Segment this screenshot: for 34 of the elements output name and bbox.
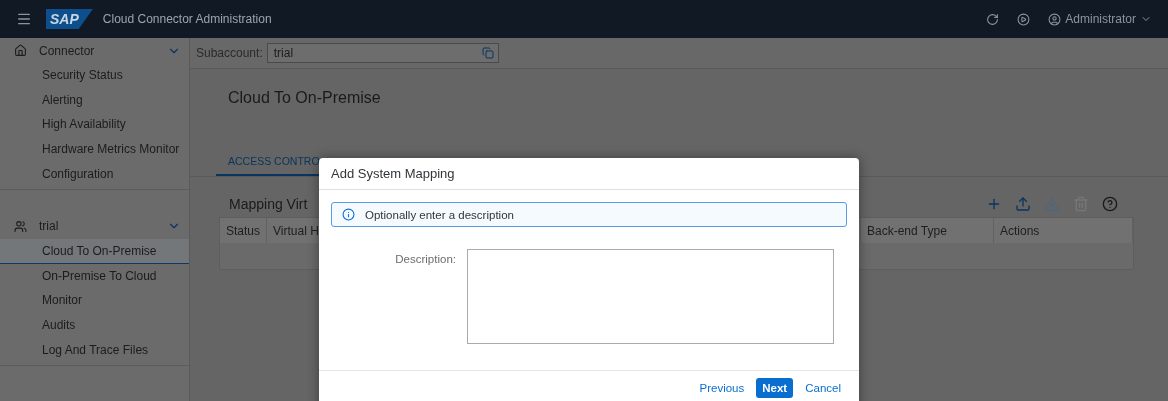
dialog-link-button[interactable]: Previous (699, 378, 745, 398)
page-title: Cloud To On-Premise (227, 88, 382, 108)
upload-icon[interactable] (1015, 196, 1031, 212)
subaccount-field[interactable]: trial (266, 43, 499, 63)
nav-group-label[interactable]: trial (39, 219, 155, 234)
user-menu[interactable]: Administrator (1044, 8, 1156, 30)
help-icon[interactable] (1102, 196, 1118, 212)
nav-item[interactable]: On-Premise To Cloud (0, 263, 189, 289)
copy-icon[interactable] (481, 47, 494, 59)
nav-item[interactable]: Configuration (0, 162, 189, 187)
user-icon (1048, 12, 1062, 26)
next-button[interactable]: Next (756, 378, 794, 398)
info-icon (342, 208, 355, 221)
add-icon[interactable] (986, 196, 1002, 212)
users-icon (14, 220, 27, 233)
dialog-link-button[interactable]: Cancel (805, 378, 841, 398)
subaccount-label: Subaccount: (196, 46, 263, 60)
nav-item[interactable]: High Availability (0, 112, 189, 138)
nav-item[interactable]: Log And Trace Files (0, 338, 189, 363)
app-title: Cloud Connector Administration (102, 12, 272, 26)
nav-group-label[interactable]: Connector (39, 43, 155, 58)
nav-item[interactable]: Audits (0, 313, 189, 339)
info-message: Optionally enter a description (365, 208, 514, 221)
sap-logo: SAP (46, 9, 93, 29)
nav-item[interactable]: Cloud To On-Premise (0, 239, 189, 264)
section-title: Mapping Virt (229, 196, 308, 212)
nav-item[interactable]: Security Status (0, 63, 189, 88)
field-label: Description: (394, 252, 456, 265)
description-field[interactable] (467, 249, 834, 344)
dialog-title: Add System Mapping (319, 158, 859, 190)
nav-item[interactable]: Alerting (0, 87, 189, 113)
nav-item[interactable]: Monitor (0, 288, 189, 314)
home-icon (14, 44, 27, 57)
nav-item[interactable]: Hardware Metrics Monitor (0, 137, 189, 163)
